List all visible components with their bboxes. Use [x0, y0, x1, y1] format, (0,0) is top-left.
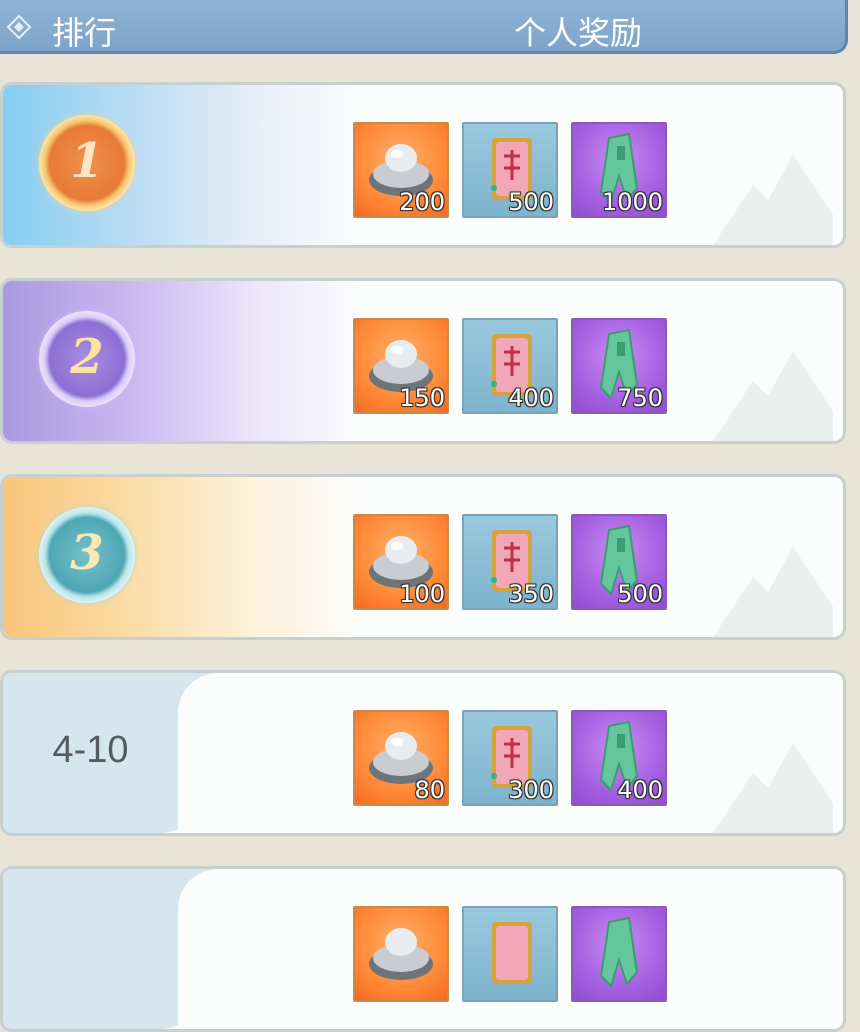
- rank-row-2: 2 150 400 750: [0, 278, 846, 444]
- medal-gold-icon: 1: [39, 115, 135, 211]
- reward-item-tag[interactable]: [462, 906, 558, 1002]
- jade-coin-icon: [599, 916, 639, 988]
- reward-quantity: 750: [617, 384, 663, 412]
- medal-number: 1: [70, 133, 104, 189]
- reward-quantity: 500: [617, 580, 663, 608]
- reward-item-silver[interactable]: 200: [353, 122, 449, 218]
- reward-quantity: 200: [399, 188, 445, 216]
- mountain-decoration-icon: [713, 547, 833, 637]
- rank-row-3: 3 100 350 500: [0, 474, 846, 640]
- silver-ingot-icon: [369, 928, 433, 980]
- rank-row-5: [0, 866, 846, 1032]
- reward-item-jade[interactable]: 500: [571, 514, 667, 610]
- reward-quantity: 1000: [601, 188, 663, 216]
- medal-number: 3: [70, 525, 104, 581]
- reward-item-silver[interactable]: 100: [353, 514, 449, 610]
- reward-item-tag[interactable]: 500: [462, 122, 558, 218]
- mountain-decoration-icon: [713, 743, 833, 833]
- reward-item-tag[interactable]: 350: [462, 514, 558, 610]
- reward-item-silver[interactable]: 150: [353, 318, 449, 414]
- reward-column-title: 个人奖励: [514, 14, 643, 52]
- diamond-icon: [6, 14, 32, 40]
- rank-range-label: 4-10: [52, 729, 129, 771]
- reward-quantity: 400: [508, 384, 554, 412]
- reward-quantity: 400: [617, 776, 663, 804]
- reward-item-silver[interactable]: 80: [353, 710, 449, 806]
- reward-item-jade[interactable]: 1000: [571, 122, 667, 218]
- medal-number: 2: [70, 329, 104, 385]
- reward-item-jade[interactable]: 400: [571, 710, 667, 806]
- medal-bronze-icon: 3: [39, 507, 135, 603]
- rank-column-title: 排行: [52, 14, 117, 52]
- red-tag-icon: [492, 922, 532, 984]
- mountain-decoration-icon: [713, 155, 833, 245]
- reward-quantity: 350: [508, 580, 554, 608]
- reward-quantity: 100: [399, 580, 445, 608]
- reward-quantity: 300: [508, 776, 554, 804]
- reward-quantity: 150: [399, 384, 445, 412]
- header-bar: 排行 个人奖励: [0, 0, 848, 54]
- rank-row-1: 1 200 500 1000: [0, 82, 846, 248]
- rank-band: [3, 869, 218, 1029]
- reward-quantity: 500: [508, 188, 554, 216]
- reward-item-silver[interactable]: [353, 906, 449, 1002]
- reward-item-jade[interactable]: 750: [571, 318, 667, 414]
- rank-row-4-10: 4-10 80 300 400: [0, 670, 846, 836]
- reward-item-jade[interactable]: [571, 906, 667, 1002]
- reward-item-tag[interactable]: 300: [462, 710, 558, 806]
- medal-silver-icon: 2: [39, 311, 135, 407]
- reward-item-tag[interactable]: 400: [462, 318, 558, 414]
- mountain-decoration-icon: [713, 351, 833, 441]
- reward-quantity: 80: [414, 776, 445, 804]
